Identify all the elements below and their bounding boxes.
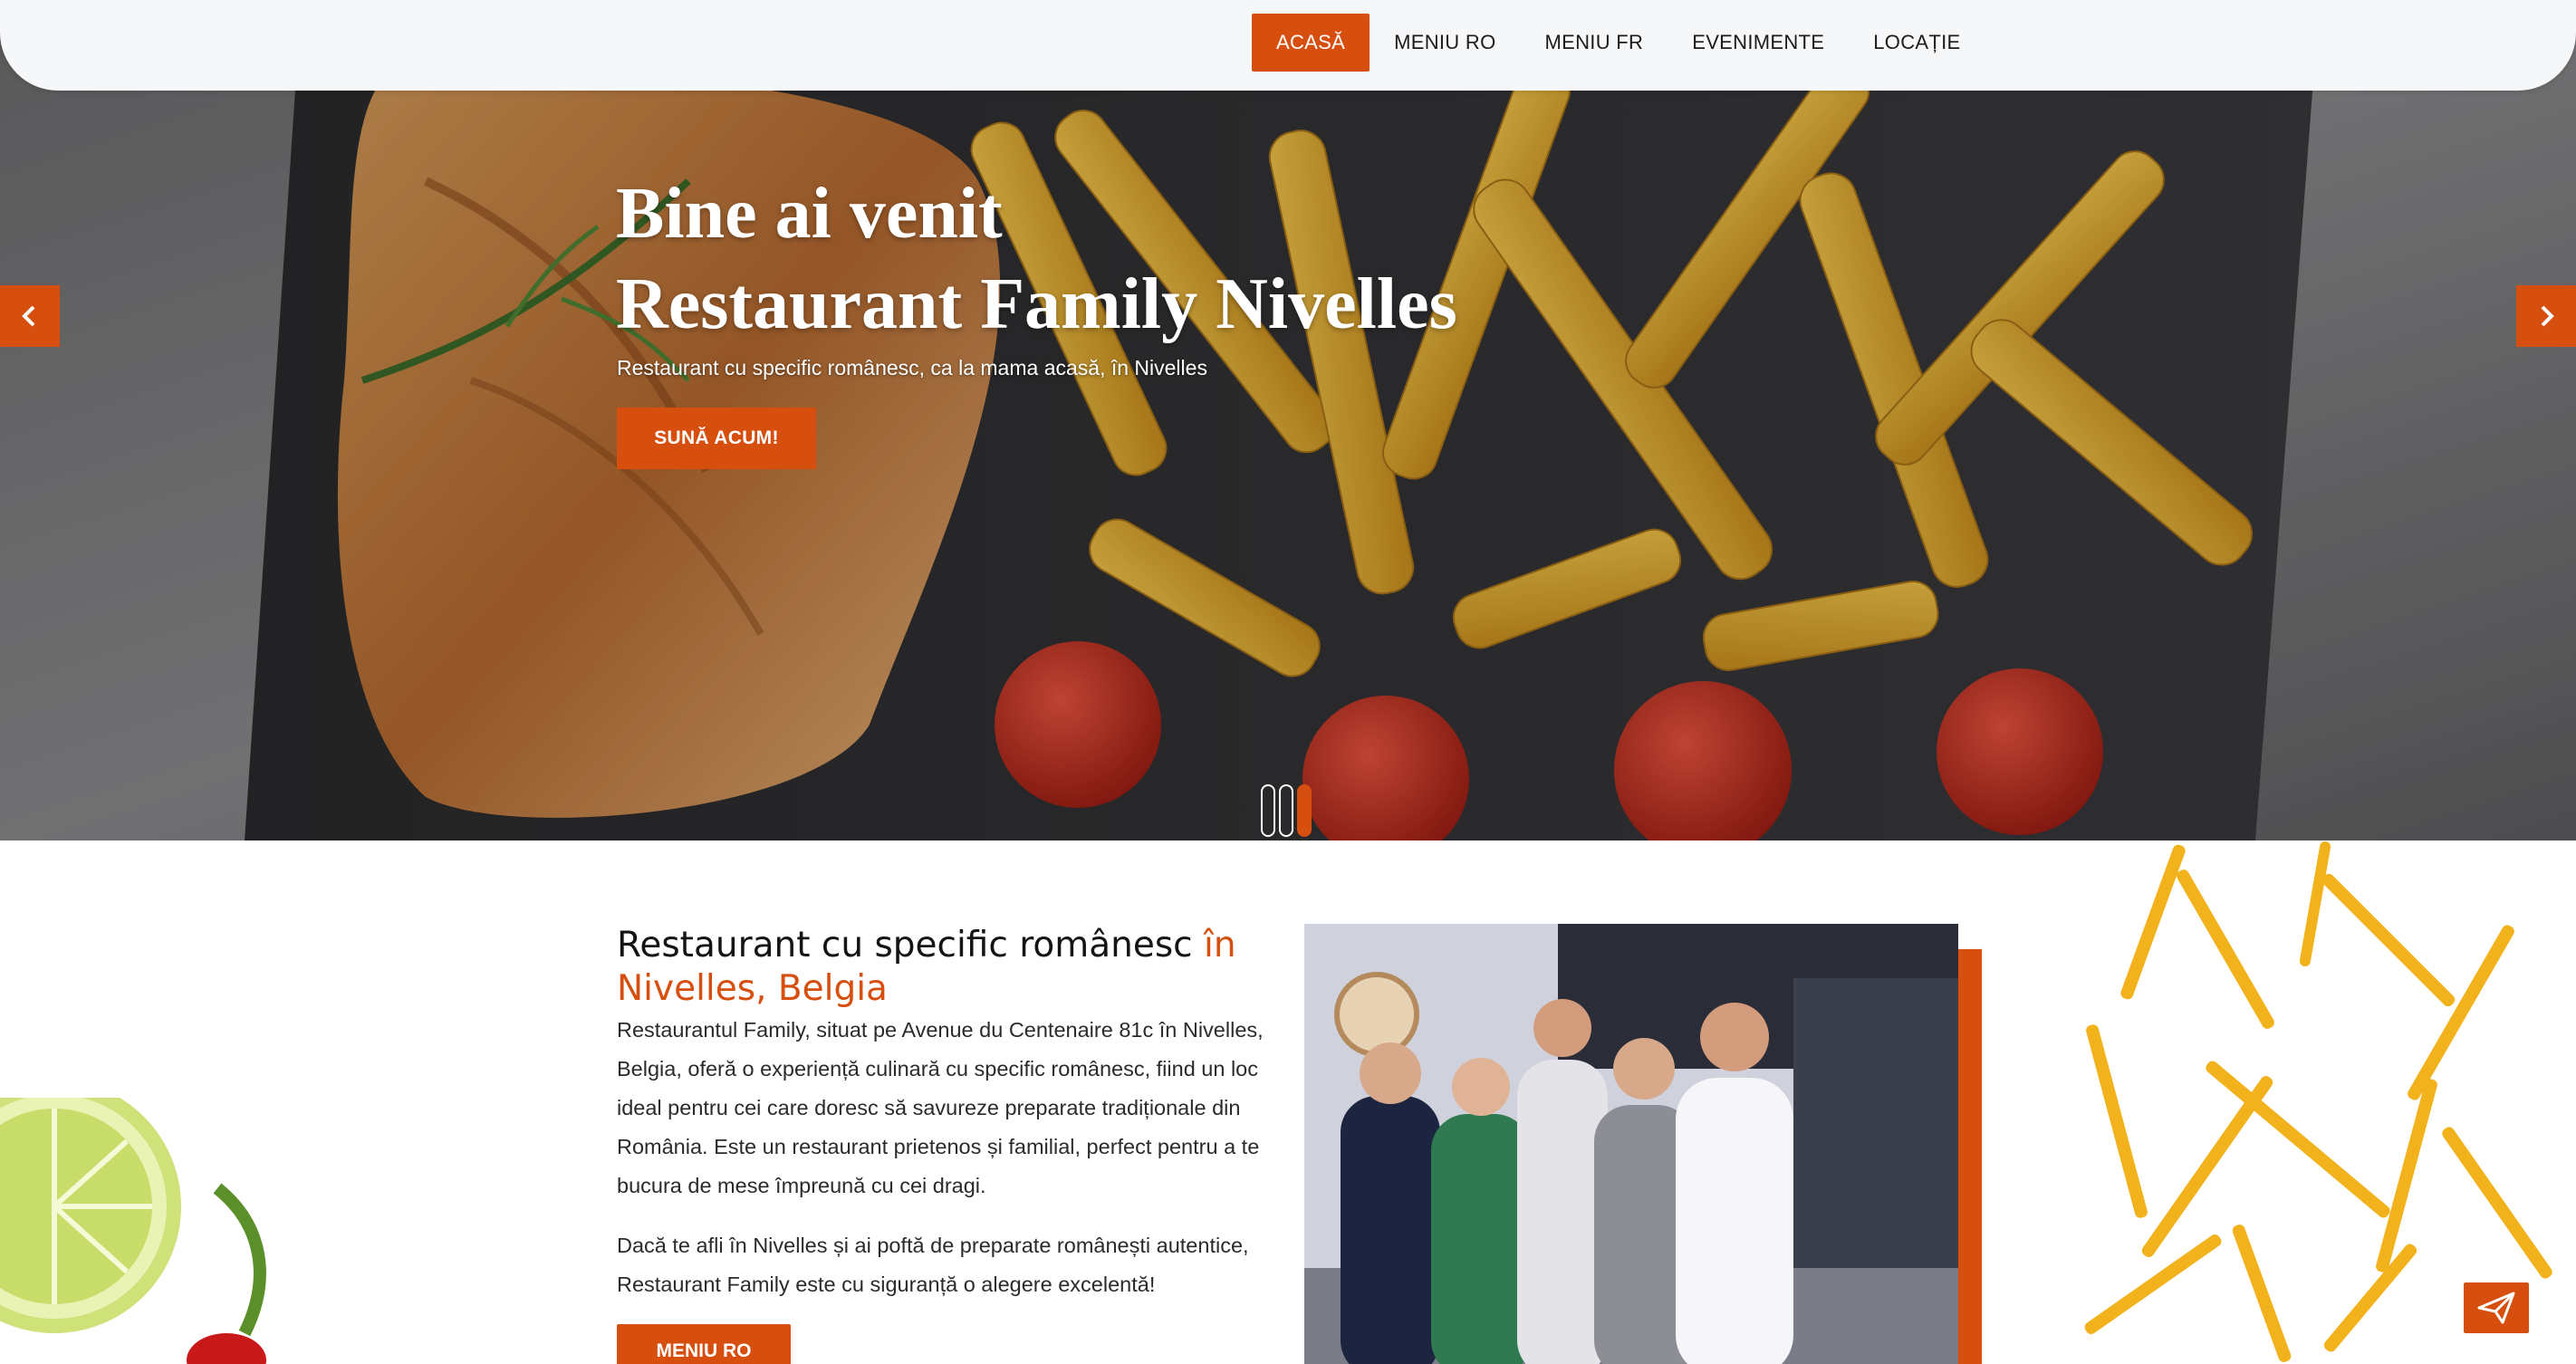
hero-overlay — [0, 0, 2576, 840]
chevron-right-icon — [2541, 305, 2554, 327]
main-nav: ACASĂ MENIU RO MENIU FR EVENIMENTE LOCAȚ… — [1252, 14, 1985, 72]
photo-accent-bar — [1956, 949, 1982, 1364]
slider-dot-3[interactable] — [1297, 784, 1312, 837]
hero-title: Bine ai venit Restaurant Family Nivelles — [616, 168, 1703, 350]
slider-dots — [1261, 784, 1312, 837]
about-title: Restaurant cu specific românesc în Nivel… — [617, 924, 1287, 1011]
nav-item-menu-ro[interactable]: MENIU RO — [1370, 14, 1520, 72]
about-paragraph-2: Dacă te afli în Nivelles și ai poftă de … — [617, 1234, 1249, 1296]
nav-item-home[interactable]: ACASĂ — [1252, 14, 1370, 72]
lime-chili-decoration — [0, 1098, 266, 1364]
hero-slider: Bine ai venit Restaurant Family Nivelles… — [0, 0, 2576, 840]
contact-send-button[interactable] — [2464, 1282, 2529, 1333]
hero-title-line2: Restaurant Family Nivelles — [616, 264, 1457, 344]
call-now-button[interactable]: SUNĂ ACUM! — [617, 408, 816, 469]
nav-item-location[interactable]: LOCAȚIE — [1849, 14, 1985, 72]
team-photo — [1304, 924, 1958, 1364]
menu-ro-button[interactable]: MENIU RO — [617, 1324, 791, 1364]
hero-title-line1: Bine ai venit — [616, 174, 1003, 254]
hero-subtitle: Restaurant cu specific românesc, ca la m… — [617, 356, 1207, 379]
chevron-left-icon — [22, 305, 35, 327]
slider-next-button[interactable] — [2516, 285, 2576, 347]
slider-dot-2[interactable] — [1279, 784, 1293, 837]
paper-plane-icon — [2477, 1292, 2515, 1324]
slider-prev-button[interactable] — [0, 285, 60, 347]
slider-dot-1[interactable] — [1261, 784, 1275, 837]
about-title-main: Restaurant cu specific românesc — [617, 925, 1205, 965]
nav-item-events[interactable]: EVENIMENTE — [1668, 14, 1849, 72]
nav-item-menu-fr[interactable]: MENIU FR — [1521, 14, 1668, 72]
top-navbar: ACASĂ MENIU RO MENIU FR EVENIMENTE LOCAȚ… — [0, 0, 2576, 91]
about-paragraph-1: Restaurantul Family, situat pe Avenue du… — [617, 1018, 1264, 1197]
